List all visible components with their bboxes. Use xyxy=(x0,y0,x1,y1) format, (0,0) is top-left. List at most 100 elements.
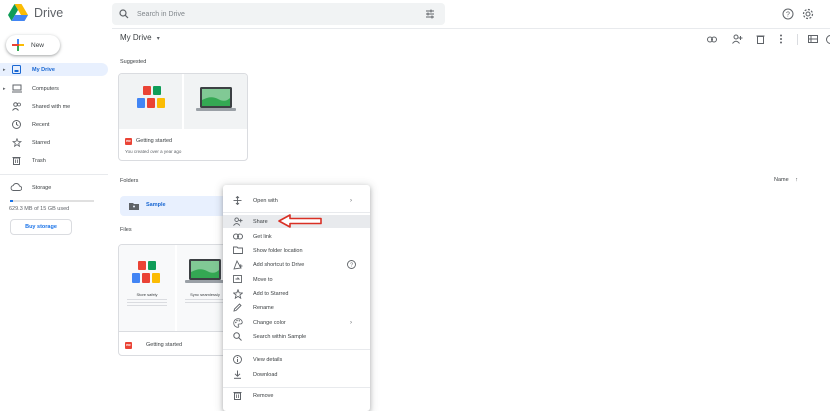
menu-divider xyxy=(223,349,370,350)
computer-icon xyxy=(12,84,22,93)
move-to-icon xyxy=(233,275,242,283)
expand-arrow-icon[interactable]: ▸ xyxy=(3,86,6,92)
folder-name: Sample xyxy=(146,202,166,208)
folder-icon xyxy=(233,246,243,254)
search-icon[interactable] xyxy=(119,9,129,19)
file-thumb-left: Store safely xyxy=(119,245,175,331)
menu-item-download[interactable]: Download xyxy=(223,368,370,381)
storage-label: Storage xyxy=(32,184,52,191)
annotation-arrow-icon xyxy=(278,214,322,228)
share-person-icon[interactable] xyxy=(732,34,743,44)
cloud-icon xyxy=(10,183,22,191)
header-divider xyxy=(112,28,830,29)
menu-item-get-link[interactable]: Get link xyxy=(223,230,370,243)
docs-apps-icon xyxy=(137,86,165,108)
sidebar-item-label: Computers xyxy=(32,85,59,92)
chevron-right-icon: › xyxy=(350,197,352,204)
header: Drive Search in Drive ? xyxy=(0,0,830,28)
thumbnail-left xyxy=(119,74,182,129)
sidebar-item-label: Starred xyxy=(32,139,51,146)
suggested-card-subtitle: You created over a year ago xyxy=(125,149,182,154)
search-options-icon[interactable] xyxy=(425,9,435,19)
menu-item-add-shortcut[interactable]: Add shortcut to Drive ? xyxy=(223,258,370,271)
help-icon[interactable]: ? xyxy=(782,8,794,20)
new-label: New xyxy=(31,41,45,49)
sidebar-item-starred[interactable]: Starred xyxy=(0,136,108,149)
shortcut-icon xyxy=(233,260,243,270)
download-icon xyxy=(234,370,241,379)
pdf-icon: PDF xyxy=(125,138,132,145)
sort-label: Name xyxy=(774,177,789,183)
sidebar-item-trash[interactable]: Trash xyxy=(0,154,108,167)
storage-used-text: 629.3 MB of 15 GB used xyxy=(9,206,70,212)
palette-icon xyxy=(233,318,243,328)
trash-icon[interactable] xyxy=(756,34,765,44)
menu-item-remove[interactable]: Remove xyxy=(223,389,370,402)
info-icon xyxy=(233,355,242,364)
drive-logo[interactable]: Drive xyxy=(8,4,63,22)
menu-item-move-to[interactable]: Move to xyxy=(223,273,370,286)
chevron-down-icon[interactable]: ▾ xyxy=(157,36,160,42)
menu-item-label: Remove xyxy=(253,392,274,399)
shared-folder-icon xyxy=(129,203,139,210)
menu-item-open-with[interactable]: Open with › xyxy=(223,194,370,207)
files-label: Files xyxy=(120,227,132,233)
sidebar-item-my-drive[interactable]: ▸ My Drive xyxy=(0,63,108,76)
menu-item-search-within[interactable]: Search within Sample xyxy=(223,330,370,343)
menu-item-label: Move to xyxy=(253,276,273,283)
expand-arrow-icon[interactable]: ▸ xyxy=(3,67,6,73)
menu-item-label: Share xyxy=(253,218,268,225)
help-icon[interactable]: ? xyxy=(347,260,356,269)
sidebar-item-storage[interactable]: Storage xyxy=(0,181,108,194)
search-box[interactable]: Search in Drive xyxy=(112,3,445,25)
star-icon xyxy=(233,289,243,299)
more-vert-icon[interactable] xyxy=(779,34,783,44)
settings-gear-icon[interactable] xyxy=(802,8,814,20)
app-title: Drive xyxy=(34,6,64,20)
list-view-icon[interactable] xyxy=(808,35,818,43)
search-placeholder[interactable]: Search in Drive xyxy=(137,11,185,18)
menu-item-label: Add to Starred xyxy=(253,290,289,297)
link-icon[interactable] xyxy=(707,36,717,43)
menu-item-label: Open with xyxy=(253,197,278,204)
menu-item-rename[interactable]: Rename xyxy=(223,301,370,314)
file-card-title: Getting started xyxy=(146,342,183,348)
clock-icon xyxy=(12,120,21,129)
storage-progress-bar xyxy=(10,200,94,202)
docs-apps-icon xyxy=(132,261,160,283)
sidebar-item-shared[interactable]: Shared with me xyxy=(0,100,108,113)
pencil-icon xyxy=(233,303,242,312)
thumb-left-title: Store safely xyxy=(136,292,158,297)
sort-name-button[interactable]: Name ↑ xyxy=(774,177,798,183)
menu-item-label: Get link xyxy=(253,233,272,240)
new-button[interactable]: New xyxy=(6,35,60,55)
drive-logo-icon xyxy=(8,4,28,21)
buy-storage-button[interactable]: Buy storage xyxy=(10,219,72,235)
sidebar-item-recent[interactable]: Recent xyxy=(0,118,108,131)
sidebar-item-computers[interactable]: ▸ Computers xyxy=(0,82,108,95)
chevron-right-icon: › xyxy=(350,319,352,326)
menu-item-add-to-starred[interactable]: Add to Starred xyxy=(223,287,370,300)
search-icon xyxy=(233,332,242,341)
menu-item-change-color[interactable]: Change color › xyxy=(223,316,370,329)
page-title[interactable]: My Drive ▾ xyxy=(120,33,160,42)
trash-icon xyxy=(233,392,242,400)
svg-text:?: ? xyxy=(786,12,790,19)
sidebar-item-label: My Drive xyxy=(32,66,55,73)
menu-item-view-details[interactable]: View details xyxy=(223,353,370,366)
laptop-icon xyxy=(185,259,225,283)
menu-divider xyxy=(223,212,370,213)
svg-text:?: ? xyxy=(350,263,353,269)
page-title-text: My Drive xyxy=(120,33,152,42)
thumbnail-right xyxy=(184,74,247,129)
info-icon[interactable] xyxy=(826,35,830,44)
arrow-up-icon: ↑ xyxy=(795,177,798,183)
share-person-icon xyxy=(233,217,243,226)
suggested-card[interactable]: PDF Getting started You created over a y… xyxy=(118,73,248,161)
menu-item-show-folder-location[interactable]: Show folder location xyxy=(223,244,370,257)
pdf-icon: PDF xyxy=(125,342,132,349)
link-icon xyxy=(233,233,243,240)
menu-divider xyxy=(223,387,370,388)
toolbar-divider xyxy=(797,34,798,45)
folders-label: Folders xyxy=(120,178,139,184)
